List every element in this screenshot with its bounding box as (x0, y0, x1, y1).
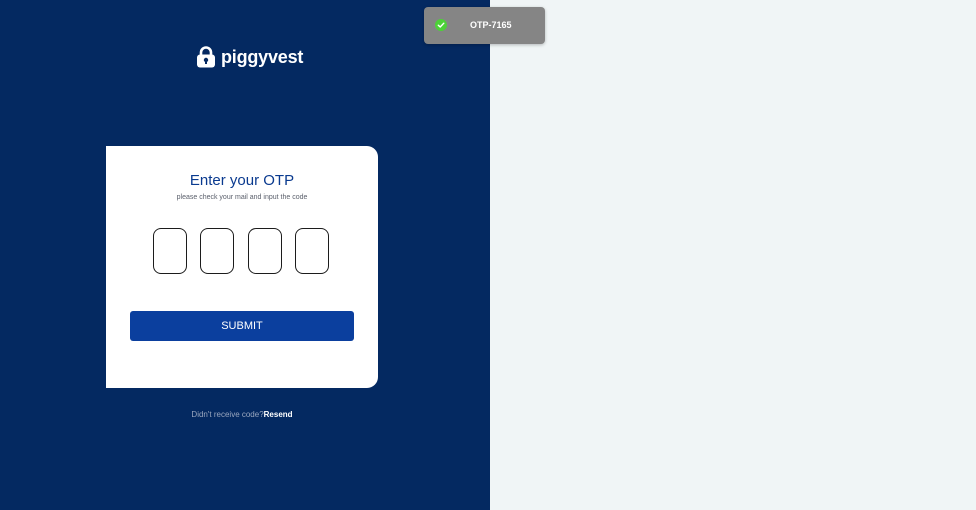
toast-message: OTP-7165 (470, 20, 512, 30)
brand-name: piggyvest (221, 47, 304, 67)
resend-line: Didn't receive code?Resend (106, 409, 378, 420)
otp-title: Enter your OTP (189, 172, 295, 189)
otp-digit-4[interactable] (295, 228, 329, 274)
otp-subtitle: please check your mail and input the cod… (176, 194, 308, 201)
check-circle-icon (435, 19, 447, 31)
page: piggyvest Enter your OTP please check yo… (0, 0, 976, 510)
resend-link[interactable]: Resend (264, 410, 293, 419)
otp-digit-1[interactable] (153, 228, 187, 274)
brand-logo: piggyvest (196, 46, 303, 68)
toast-notification: OTP-7165 (424, 7, 545, 44)
otp-card: Enter your OTP please check your mail an… (106, 146, 378, 388)
right-panel (490, 0, 976, 510)
submit-button[interactable]: SUBMIT (130, 311, 354, 341)
padlock-icon (197, 46, 215, 68)
otp-digit-3[interactable] (248, 228, 282, 274)
resend-prompt: Didn't receive code? (191, 410, 264, 419)
left-panel: piggyvest Enter your OTP please check yo… (0, 0, 490, 510)
otp-digit-2[interactable] (200, 228, 234, 274)
